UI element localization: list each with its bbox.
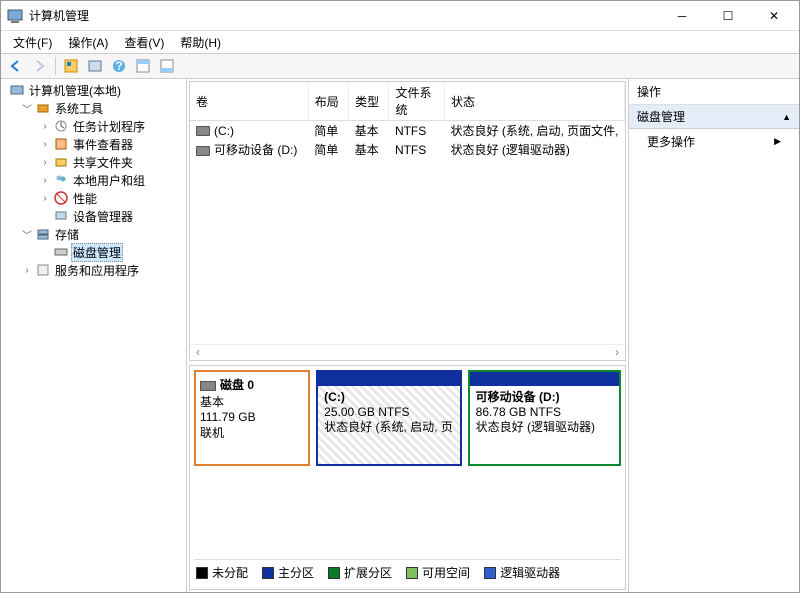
properties-button[interactable] (84, 55, 106, 77)
actions-more[interactable]: 更多操作 ▶ (629, 129, 799, 154)
menu-view[interactable]: 查看(V) (116, 32, 172, 53)
chevron-right-icon[interactable]: › (39, 121, 51, 132)
titlebar: 计算机管理 ─ ☐ ✕ (1, 1, 799, 31)
collapse-icon[interactable]: ▲ (782, 112, 791, 122)
actions-header: 操作 (629, 79, 799, 105)
col-status[interactable]: 状态 (444, 82, 624, 121)
tree-task-scheduler[interactable]: ›任务计划程序 (3, 117, 186, 135)
tree-disk-management[interactable]: 磁盘管理 (3, 243, 186, 261)
col-fs[interactable]: 文件系统 (389, 82, 445, 121)
partition-stripe (470, 372, 619, 386)
chevron-right-icon[interactable]: › (21, 265, 33, 276)
chevron-right-icon[interactable]: › (39, 175, 51, 186)
menu-file[interactable]: 文件(F) (5, 32, 60, 53)
col-volume[interactable]: 卷 (190, 82, 308, 121)
main-area: 计算机管理(本地) ﹀系统工具 ›任务计划程序 ›事件查看器 ›共享文件夹 ›本… (1, 79, 799, 592)
volume-list[interactable]: 卷 布局 类型 文件系统 状态 (C:) 简单 基本 NTFS 状态良好 (系统… (189, 81, 626, 361)
toolbar-separator (55, 57, 56, 75)
app-icon (7, 8, 23, 24)
view-top-button[interactable] (132, 55, 154, 77)
disk-info[interactable]: 磁盘 0 基本 111.79 GB 联机 (194, 370, 310, 466)
disk-row: 磁盘 0 基本 111.79 GB 联机 (C:) 25.00 GB NTFS … (194, 370, 621, 466)
chevron-down-icon[interactable]: ﹀ (21, 101, 33, 116)
tree-performance[interactable]: ›性能 (3, 189, 186, 207)
svg-text:?: ? (115, 59, 122, 73)
minimize-button[interactable]: ─ (659, 1, 705, 31)
scroll-left-icon[interactable]: ‹ (190, 345, 206, 360)
help-button[interactable]: ? (108, 55, 130, 77)
horizontal-scrollbar[interactable]: ‹ › (190, 344, 625, 360)
table-row[interactable]: (C:) 简单 基本 NTFS 状态良好 (系统, 启动, 页面文件, (190, 121, 625, 141)
maximize-button[interactable]: ☐ (705, 1, 751, 31)
volume-icon (196, 126, 210, 136)
chevron-right-icon[interactable]: › (39, 139, 51, 150)
chevron-right-icon[interactable]: › (39, 157, 51, 168)
table-header-row: 卷 布局 类型 文件系统 状态 (190, 82, 625, 121)
toolbar: ? (1, 53, 799, 79)
tree-root[interactable]: 计算机管理(本地) (3, 81, 186, 99)
chevron-right-icon[interactable]: › (39, 193, 51, 204)
tree-shared-folders[interactable]: ›共享文件夹 (3, 153, 186, 171)
tree-local-users[interactable]: ›本地用户和组 (3, 171, 186, 189)
nav-tree[interactable]: 计算机管理(本地) ﹀系统工具 ›任务计划程序 ›事件查看器 ›共享文件夹 ›本… (1, 79, 187, 592)
menu-help[interactable]: 帮助(H) (172, 32, 229, 53)
legend-free: 可用空间 (406, 564, 470, 581)
partition-c[interactable]: (C:) 25.00 GB NTFS 状态良好 (系统, 启动, 页 (316, 370, 462, 466)
chevron-right-icon: ▶ (774, 136, 781, 147)
forward-button[interactable] (29, 55, 51, 77)
center-pane: 卷 布局 类型 文件系统 状态 (C:) 简单 基本 NTFS 状态良好 (系统… (187, 79, 629, 592)
partition-d[interactable]: 可移动设备 (D:) 86.78 GB NTFS 状态良好 (逻辑驱动器) (468, 370, 621, 466)
partition-stripe (318, 372, 460, 386)
actions-pane: 操作 磁盘管理 ▲ 更多操作 ▶ (629, 79, 799, 592)
col-type[interactable]: 类型 (349, 82, 389, 121)
chevron-down-icon[interactable]: ﹀ (21, 227, 33, 242)
window-title: 计算机管理 (29, 7, 659, 24)
legend-unallocated: 未分配 (196, 564, 248, 581)
tree-device-manager[interactable]: 设备管理器 (3, 207, 186, 225)
tree-system-tools[interactable]: ﹀系统工具 (3, 99, 186, 117)
legend-primary: 主分区 (262, 564, 314, 581)
legend-logical: 逻辑驱动器 (484, 564, 560, 581)
menubar: 文件(F) 操作(A) 查看(V) 帮助(H) (1, 31, 799, 53)
actions-section[interactable]: 磁盘管理 ▲ (629, 105, 799, 129)
col-layout[interactable]: 布局 (308, 82, 348, 121)
legend: 未分配 主分区 扩展分区 可用空间 逻辑驱动器 (194, 559, 621, 585)
disk-icon (200, 381, 216, 391)
menu-action[interactable]: 操作(A) (60, 32, 116, 53)
tree-services-apps[interactable]: ›服务和应用程序 (3, 261, 186, 279)
scroll-right-icon[interactable]: › (609, 345, 625, 360)
volume-icon (196, 146, 210, 156)
tree-storage[interactable]: ﹀存储 (3, 225, 186, 243)
legend-extended: 扩展分区 (328, 564, 392, 581)
close-button[interactable]: ✕ (751, 1, 797, 31)
disk-map: 磁盘 0 基本 111.79 GB 联机 (C:) 25.00 GB NTFS … (189, 365, 626, 590)
table-row[interactable]: 可移动设备 (D:) 简单 基本 NTFS 状态良好 (逻辑驱动器) (190, 140, 625, 159)
tree-event-viewer[interactable]: ›事件查看器 (3, 135, 186, 153)
view-bottom-button[interactable] (156, 55, 178, 77)
show-hide-button[interactable] (60, 55, 82, 77)
back-button[interactable] (5, 55, 27, 77)
